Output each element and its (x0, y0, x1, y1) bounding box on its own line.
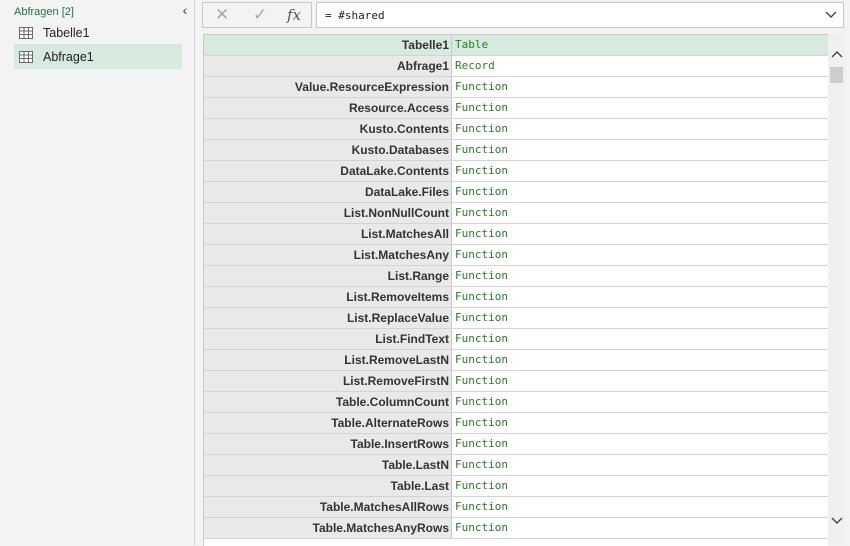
table-row[interactable]: Tabelle1 Table (204, 35, 828, 56)
chevron-left-icon[interactable]: ‹ (178, 2, 192, 18)
record-field-value[interactable]: Function (452, 224, 828, 244)
record-field-value[interactable]: Function (452, 476, 828, 496)
table-row[interactable]: List.MatchesAll Function (204, 224, 828, 245)
table-row[interactable]: Table.Last Function (204, 476, 828, 497)
record-field-value[interactable]: Function (452, 140, 828, 160)
vertical-scrollbar[interactable] (828, 34, 845, 545)
record-field-value[interactable]: Function (452, 287, 828, 307)
query-item-label: Tabelle1 (43, 26, 90, 40)
record-field-value[interactable]: Function (452, 413, 828, 433)
record-field-value[interactable]: Function (452, 518, 828, 538)
table-row[interactable]: Kusto.Databases Function (204, 140, 828, 161)
record-field-name: DataLake.Files (204, 182, 452, 202)
table-row[interactable]: Kusto.Contents Function (204, 119, 828, 140)
table-icon (19, 27, 33, 39)
record-field-name: List.MatchesAny (204, 245, 452, 265)
chevron-down-icon[interactable] (823, 6, 839, 24)
formula-bar-tools: ✕ ✓ fx (202, 2, 312, 28)
record-field-value[interactable]: Function (452, 245, 828, 265)
fx-icon[interactable]: fx (287, 6, 301, 24)
record-field-value[interactable]: Function (452, 203, 828, 223)
record-field-name: Table.AlternateRows (204, 413, 452, 433)
record-field-name: Table.Last (204, 476, 452, 496)
record-field-name: List.MatchesAll (204, 224, 452, 244)
record-field-name: Kusto.Databases (204, 140, 452, 160)
table-row[interactable]: Table.MatchesAnyRows Function (204, 518, 828, 539)
record-field-name: List.FindText (204, 329, 452, 349)
table-row[interactable]: Resource.Access Function (204, 98, 828, 119)
record-field-name: Table.LastN (204, 455, 452, 475)
record-grid: Tabelle1 Table Abfrage1 Record Value.Resourc… (203, 34, 828, 546)
table-row[interactable]: List.FindText Function (204, 329, 828, 350)
record-field-value[interactable]: Function (452, 266, 828, 286)
record-field-value[interactable]: Function (452, 161, 828, 181)
record-field-value[interactable]: Record (452, 56, 828, 76)
record-field-name: Table.ColumnCount (204, 392, 452, 412)
record-field-value[interactable]: Function (452, 182, 828, 202)
formula-input[interactable]: = #shared (316, 2, 844, 28)
record-field-name: Table.MatchesAnyRows (204, 518, 452, 538)
record-field-name: Value.ResourceExpression (204, 77, 452, 97)
scrollbar-thumb[interactable] (830, 67, 843, 83)
table-row[interactable]: Table.MatchesAllRows Function (204, 497, 828, 518)
record-field-name: List.ReplaceValue (204, 308, 452, 328)
table-row[interactable]: List.ReplaceValue Function (204, 308, 828, 329)
record-field-name: List.RemoveLastN (204, 350, 452, 370)
record-field-value[interactable]: Function (452, 392, 828, 412)
record-field-name: DataLake.Contents (204, 161, 452, 181)
record-field-name: Abfrage1 (204, 56, 452, 76)
table-row[interactable]: List.NonNullCount Function (204, 203, 828, 224)
record-field-value[interactable]: Function (452, 497, 828, 517)
confirm-icon[interactable]: ✓ (253, 5, 267, 25)
table-row[interactable]: List.RemoveItems Function (204, 287, 828, 308)
table-row[interactable]: DataLake.Files Function (204, 182, 828, 203)
table-row[interactable]: Abfrage1 Record (204, 56, 828, 77)
table-row[interactable]: Value.ResourceExpression Function (204, 77, 828, 98)
table-row[interactable]: List.Range Function (204, 266, 828, 287)
record-field-name: Kusto.Contents (204, 119, 452, 139)
record-field-value[interactable]: Function (452, 350, 828, 370)
queries-pane: Abfragen [2] ‹ Tabelle1 Abfrage1 (0, 0, 195, 545)
record-field-value[interactable]: Function (452, 77, 828, 97)
record-field-name: List.RemoveItems (204, 287, 452, 307)
table-row[interactable]: Table.InsertRows Function (204, 434, 828, 455)
record-field-name: List.RemoveFirstN (204, 371, 452, 391)
record-field-value[interactable]: Table (452, 35, 828, 55)
queries-pane-title: Abfragen [2] (14, 6, 74, 18)
record-field-name: List.NonNullCount (204, 203, 452, 223)
record-field-name: Tabelle1 (204, 35, 452, 55)
record-field-value[interactable]: Function (452, 308, 828, 328)
record-field-value[interactable]: Function (452, 371, 828, 391)
table-row[interactable]: DataLake.Contents Function (204, 161, 828, 182)
query-item-label: Abfrage1 (43, 49, 94, 64)
query-item-abfrage1[interactable]: Abfrage1 (14, 44, 182, 69)
cancel-icon[interactable]: ✕ (215, 5, 229, 25)
table-row[interactable]: List.MatchesAny Function (204, 245, 828, 266)
formula-text: = #shared (325, 9, 385, 22)
record-field-value[interactable]: Function (452, 119, 828, 139)
record-field-value[interactable]: Function (452, 434, 828, 454)
record-field-value[interactable]: Function (452, 329, 828, 349)
scroll-up-icon[interactable] (828, 46, 845, 63)
table-row[interactable]: Table.ColumnCount Function (204, 392, 828, 413)
table-row[interactable]: Table.LastN Function (204, 455, 828, 476)
record-field-name: List.Range (204, 266, 452, 286)
record-field-name: Table.MatchesAllRows (204, 497, 452, 517)
record-field-name: Table.InsertRows (204, 434, 452, 454)
scroll-down-icon[interactable] (828, 512, 845, 529)
query-item-tabelle1[interactable]: Tabelle1 (14, 21, 182, 45)
record-field-name: Resource.Access (204, 98, 452, 118)
table-row[interactable]: Table.AlternateRows Function (204, 413, 828, 434)
table-row[interactable]: List.RemoveLastN Function (204, 350, 828, 371)
record-field-value[interactable]: Function (452, 455, 828, 475)
table-icon (19, 50, 33, 63)
table-row[interactable]: List.RemoveFirstN Function (204, 371, 828, 392)
record-field-value[interactable]: Function (452, 98, 828, 118)
